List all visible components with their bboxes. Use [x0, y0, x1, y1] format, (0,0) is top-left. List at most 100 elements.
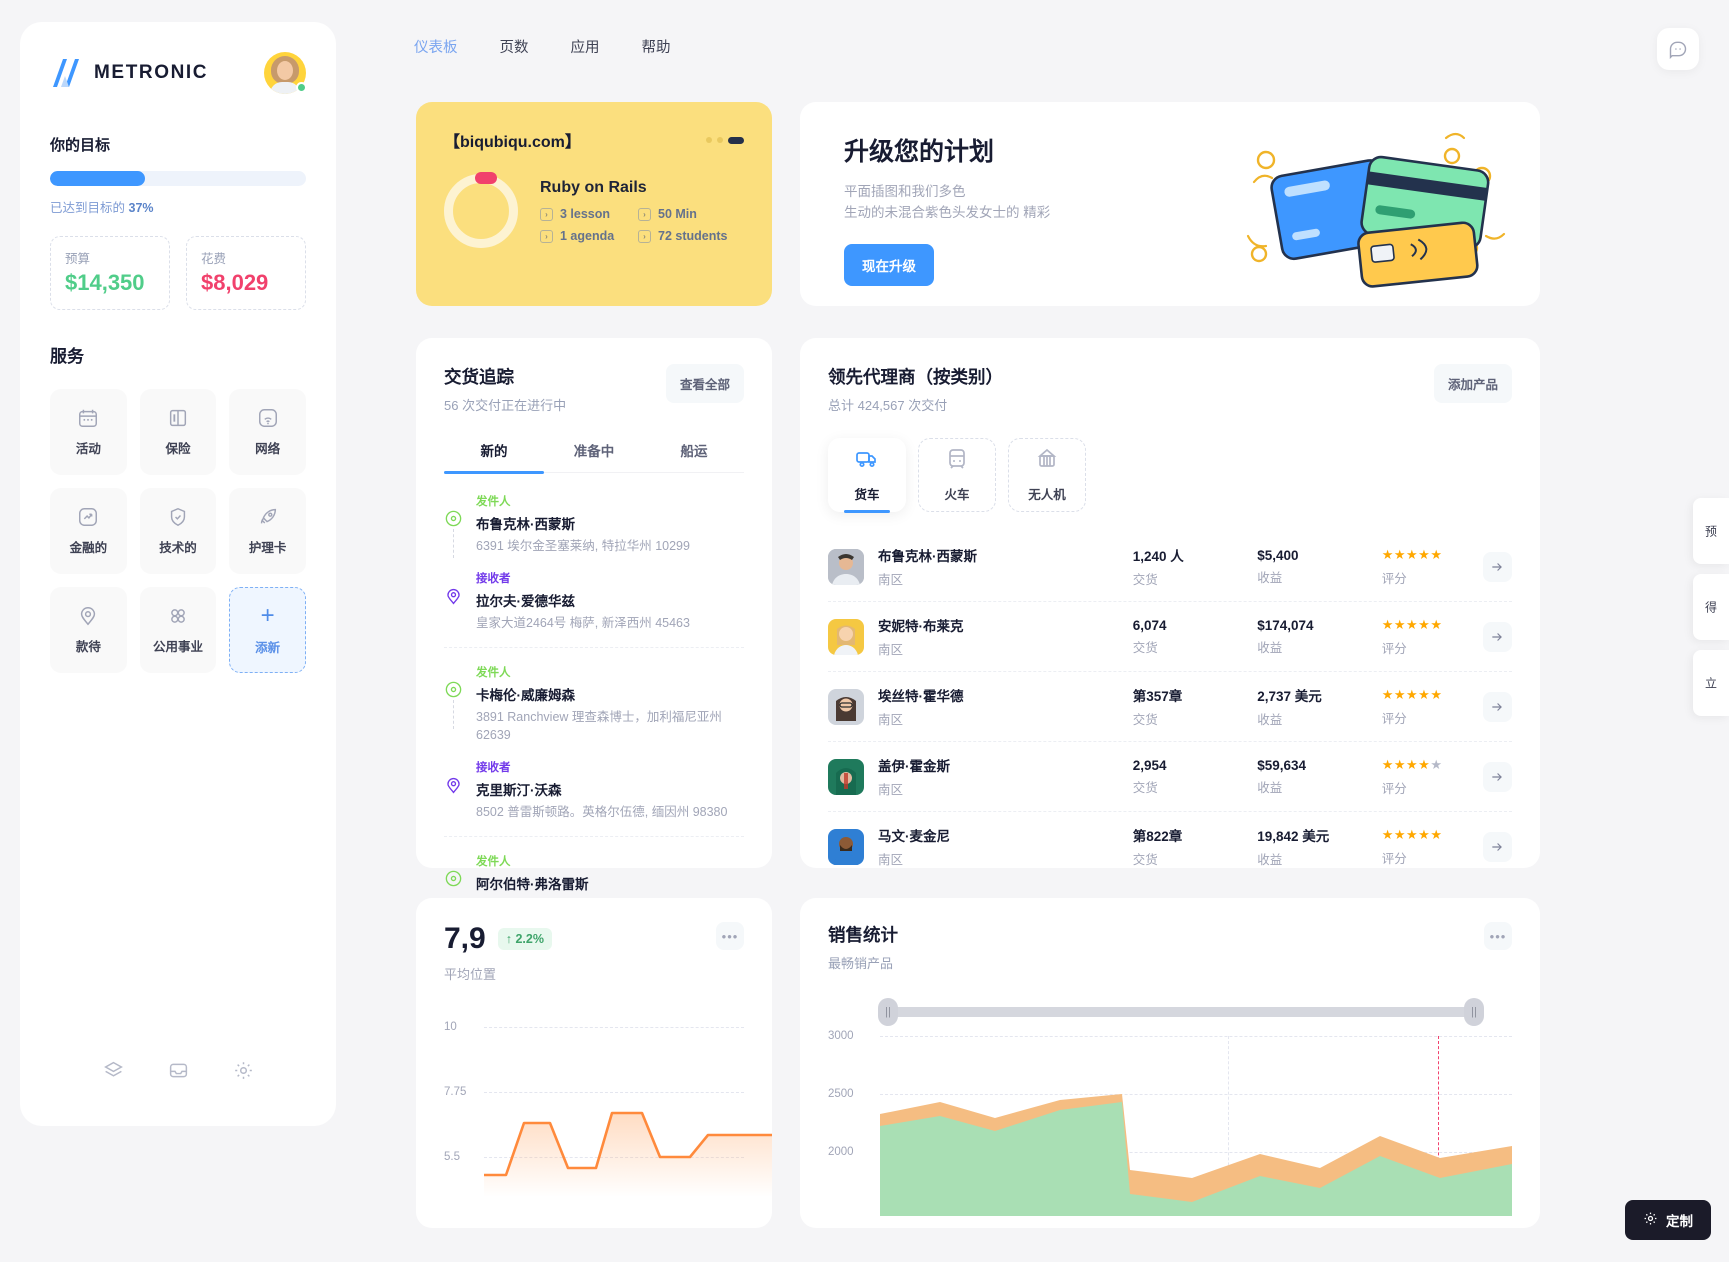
gear-icon[interactable]: [233, 1060, 254, 1086]
sales-title: 销售统计: [828, 925, 898, 945]
nav-item-dashboard[interactable]: 仪表板: [414, 36, 458, 57]
position-chart-line: [484, 1111, 772, 1197]
delivery-receiver-row: 接收者 克里斯汀·沃森 8502 普雷斯顿路。英格尔伍德, 缅因州 98380: [444, 759, 744, 822]
category-tab-truck[interactable]: 货车: [828, 438, 906, 513]
sender-name: 阿尔伯特·弗洛雷斯: [476, 876, 589, 892]
category-label: 货车: [854, 488, 880, 502]
ellipsis-icon[interactable]: •••: [1484, 922, 1512, 950]
train-icon: [945, 447, 969, 476]
chart-range-slider[interactable]: || ||: [878, 998, 1484, 1026]
avatar: [828, 548, 864, 585]
slider-handle-left[interactable]: ||: [878, 998, 898, 1026]
sender-name: 卡梅伦·威廉姆森: [476, 687, 575, 703]
edge-tab-1[interactable]: 预: [1693, 498, 1729, 564]
agent-revenue-cell: 19,842 美元 收益: [1257, 825, 1381, 868]
goal-progress-value: 37%: [128, 201, 154, 215]
metronic-logo-icon: [50, 58, 82, 88]
agent-detail-arrow-button[interactable]: [1482, 551, 1512, 582]
carousel-dot-active[interactable]: [728, 136, 744, 144]
service-item-activity[interactable]: 活动: [50, 389, 127, 475]
service-item-network[interactable]: 网络: [229, 389, 306, 475]
sales-subtitle: 最畅销产品: [828, 956, 894, 971]
tab-preparing[interactable]: 准备中: [544, 440, 644, 472]
y-tick-label: 2500: [828, 1088, 854, 1100]
agent-revenue-cell: $5,400 收益: [1257, 548, 1381, 586]
service-item-add-new[interactable]: + 添新: [229, 587, 306, 673]
ellipsis-icon[interactable]: •••: [716, 922, 744, 950]
wifi-icon: [257, 407, 279, 429]
delivery-receiver-row: 接收者 拉尔夫·爱德华兹 皇家大道2464号 梅萨, 新泽西州 45463: [444, 570, 744, 633]
service-label: 公用事业: [152, 640, 203, 654]
avatar: [828, 688, 864, 725]
upgrade-line-1: 平面插图和我们多色: [844, 184, 966, 199]
sender-label: 发件人: [476, 855, 511, 868]
agent-delivery-caption: 交货: [1132, 853, 1158, 867]
agent-identity: 埃丝特·霍华德 南区: [878, 685, 1133, 728]
inbox-icon[interactable]: [168, 1060, 189, 1086]
agent-detail-arrow-button[interactable]: [1482, 831, 1512, 862]
service-item-insurance[interactable]: 保险: [139, 389, 217, 475]
agent-revenue-value: $59,634: [1257, 757, 1307, 773]
carousel-pagination[interactable]: [706, 136, 744, 144]
nav-item-apps[interactable]: 应用: [571, 36, 600, 57]
delivery-sender-row: 发件人 布鲁克林·西蒙斯 6391 埃尔金圣塞莱纳, 特拉华州 10299: [444, 493, 744, 558]
agent-name: 布鲁克林·西蒙斯: [878, 549, 977, 564]
carousel-dot[interactable]: [706, 137, 712, 143]
agent-detail-arrow-button[interactable]: [1482, 761, 1512, 792]
category-tab-train[interactable]: 火车: [918, 438, 996, 512]
stat-budget: 预算 $14,350: [50, 236, 170, 310]
slider-handle-right[interactable]: ||: [1464, 998, 1484, 1026]
avatar[interactable]: [264, 52, 307, 94]
table-row: 马文·麦金尼 南区 第822章 交货 19,842 美元 收益 ★★★★★ 评分: [828, 812, 1512, 881]
agent-detail-arrow-button[interactable]: [1482, 621, 1512, 652]
service-label: 保险: [165, 442, 191, 456]
service-item-utilities[interactable]: 公用事业: [139, 587, 217, 673]
agents-title: 领先代理商（按类别）: [828, 367, 1003, 387]
star-rating: ★★★★★: [1381, 617, 1443, 632]
agent-name: 安妮特·布莱克: [878, 619, 964, 634]
agent-delivery-value: 第822章: [1132, 829, 1183, 844]
agent-revenue-caption: 收益: [1257, 640, 1283, 655]
agent-delivery-caption: 交货: [1132, 640, 1158, 655]
avatar: [828, 618, 864, 655]
budget-stats: 预算 $14,350 花费 $8,029: [50, 236, 306, 310]
agent-region: 南区: [878, 573, 904, 587]
layers-icon[interactable]: [103, 1060, 124, 1086]
agents-card-header: 领先代理商（按类别） 总计 424,567 次交付 添加产品: [828, 364, 1512, 414]
sales-chart: 3000 2500 2000: [828, 1030, 1512, 1216]
upgrade-now-button[interactable]: 现在升级: [844, 243, 934, 286]
service-item-technical[interactable]: 技术的: [139, 488, 217, 574]
sender-label: 发件人: [476, 496, 511, 508]
chat-bubble-icon[interactable]: [1657, 28, 1699, 70]
calendar-icon: [77, 407, 99, 429]
service-item-carecard[interactable]: 护理卡: [229, 488, 306, 574]
map-pin-icon: [77, 605, 99, 627]
agent-detail-arrow-button[interactable]: [1482, 691, 1512, 722]
upgrade-description: 平面插图和我们多色 生动的未混合紫色头发女士的 精彩: [844, 182, 1540, 224]
chevron-right-icon: ›: [540, 229, 553, 243]
sidebar: METRONIC 你的目标 已达到目标的 37% 预算 $14,350 花费 $…: [20, 22, 336, 1126]
avatar: [828, 758, 864, 795]
agent-revenue-caption: 收益: [1257, 853, 1283, 867]
tab-shipping[interactable]: 船运: [644, 440, 744, 472]
edge-tab-2[interactable]: 得: [1693, 574, 1729, 640]
carousel-dot[interactable]: [717, 137, 723, 143]
right-edge-flyout-tabs: 预 得 立: [1693, 498, 1729, 716]
brand[interactable]: METRONIC: [50, 58, 208, 88]
table-row: 埃丝特·霍华德 南区 第357章 交货 2,737 美元 收益 ★★★★★ 评分: [828, 672, 1512, 742]
position-value-row: 7,9 ↑ 2.2%: [444, 922, 552, 956]
service-item-hospitality[interactable]: 款待: [50, 587, 127, 673]
nav-item-pages[interactable]: 页数: [500, 36, 529, 57]
service-item-financial[interactable]: 金融的: [50, 488, 127, 574]
slider-track: [880, 1007, 1482, 1017]
customize-button[interactable]: 定制: [1625, 1200, 1711, 1240]
goal-progress-label: 已达到目标的 37%: [50, 197, 306, 216]
add-product-button[interactable]: 添加产品: [1433, 364, 1512, 403]
goal-title: 你的目标: [50, 137, 111, 154]
nav-item-help[interactable]: 帮助: [642, 36, 671, 57]
edge-tab-3[interactable]: 立: [1693, 650, 1729, 716]
category-tab-drone[interactable]: 无人机: [1008, 438, 1086, 512]
agent-revenue-value: 19,842 美元: [1257, 829, 1330, 844]
view-all-button[interactable]: 查看全部: [665, 364, 744, 403]
tab-new[interactable]: 新的: [444, 440, 544, 474]
